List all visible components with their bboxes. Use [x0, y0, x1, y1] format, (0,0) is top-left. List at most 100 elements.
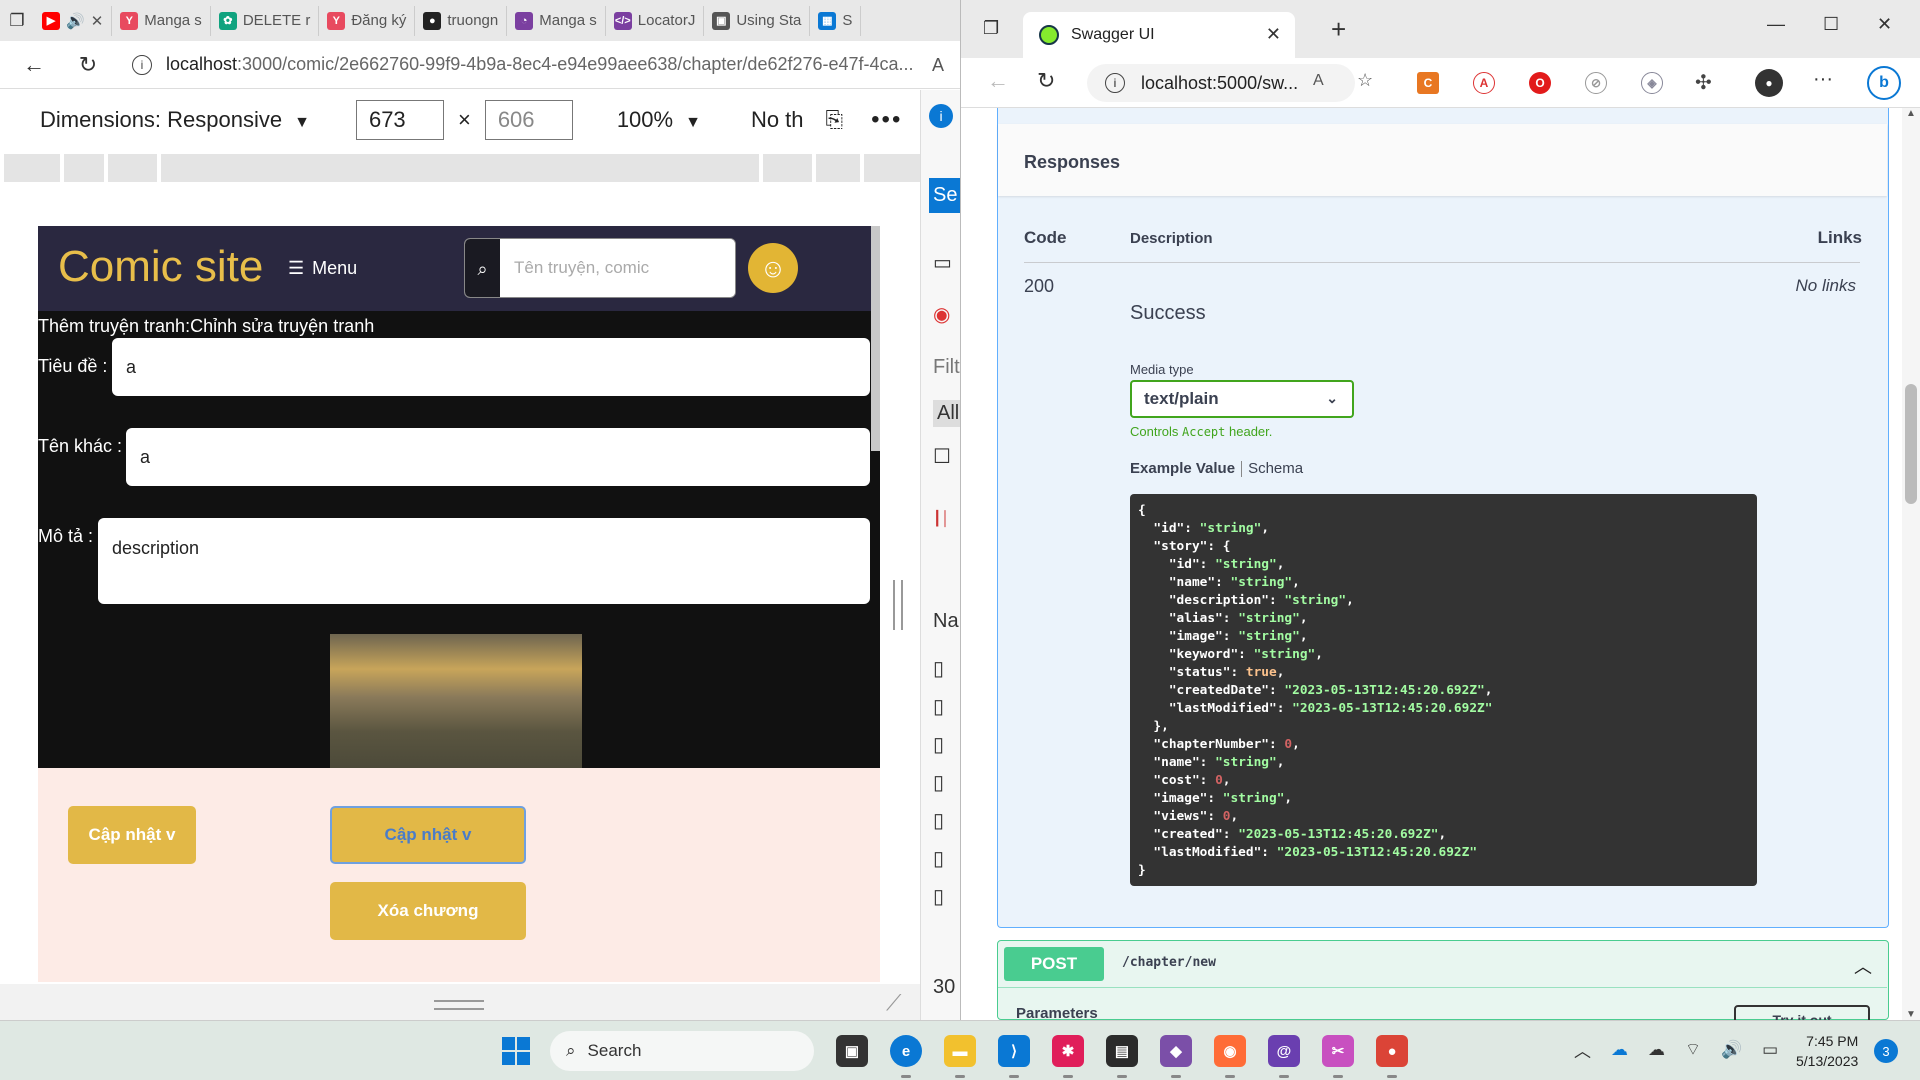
- ruler-segment[interactable]: [107, 154, 158, 182]
- example-json-code[interactable]: { "id": "string", "story": { "id": "stri…: [1130, 494, 1757, 886]
- delete-chapter-button[interactable]: Xóa chương: [330, 882, 526, 940]
- viewport-scrollbar[interactable]: [871, 226, 880, 451]
- corner-resize-icon[interactable]: ⟋: [886, 990, 901, 1016]
- ruler-segment[interactable]: [63, 154, 104, 182]
- slack-icon[interactable]: ✱: [1052, 1035, 1084, 1067]
- file-icon[interactable]: ▯: [933, 770, 944, 795]
- file-icon[interactable]: ▯: [933, 846, 944, 871]
- url-field[interactable]: i localhost:3000/comic/2e662760-99f9-4b9…: [132, 48, 912, 82]
- chrome-icon[interactable]: ●: [1376, 1035, 1408, 1067]
- more-options-icon[interactable]: •••: [871, 106, 902, 134]
- shield-icon[interactable]: ◈: [1641, 72, 1663, 94]
- angular-icon[interactable]: A: [1473, 72, 1495, 94]
- minimize-icon[interactable]: —: [1767, 14, 1785, 35]
- file-icon[interactable]: ▯: [933, 732, 944, 757]
- page-scrollbar[interactable]: ▲ ▼: [1902, 108, 1920, 1020]
- extension-icon[interactable]: C: [1417, 72, 1439, 94]
- chevron-up-icon[interactable]: ︿: [1574, 1037, 1591, 1062]
- update-button[interactable]: Cập nhật v: [68, 806, 196, 864]
- cloud-icon[interactable]: ☁: [1648, 1040, 1665, 1060]
- filter-all-button[interactable]: All: [933, 400, 960, 427]
- ruler-segment[interactable]: [864, 154, 921, 182]
- wifi-icon[interactable]: ⌔: [1685, 1039, 1701, 1060]
- file-icon[interactable]: ▯: [933, 694, 944, 719]
- post-operation[interactable]: POST /chapter/new ︿ Parameters Try it ou…: [997, 940, 1889, 1020]
- tab-using-sta[interactable]: ▣ Using Sta: [704, 5, 811, 36]
- maximize-icon[interactable]: ☐: [1823, 14, 1839, 35]
- chevron-up-icon[interactable]: ︿: [1854, 953, 1872, 979]
- ruler-segment[interactable]: [762, 154, 813, 182]
- ruler-segment[interactable]: [161, 154, 759, 182]
- tab-locatorjs[interactable]: </> LocatorJ: [606, 5, 705, 36]
- name-column-header[interactable]: Nar: [933, 610, 960, 633]
- scroll-down-icon[interactable]: ▼: [1906, 1009, 1916, 1020]
- scrollbar-thumb[interactable]: [1905, 384, 1917, 504]
- volume-icon[interactable]: 🔊: [1721, 1040, 1742, 1060]
- refresh-icon[interactable]: ↻: [68, 45, 108, 85]
- back-arrow-icon[interactable]: ←: [14, 45, 54, 85]
- more-options-icon[interactable]: ···: [1813, 68, 1833, 91]
- scroll-up-icon[interactable]: ▲: [1906, 108, 1916, 119]
- terminal-icon[interactable]: ▤: [1106, 1035, 1138, 1067]
- ruler-segment[interactable]: [816, 154, 861, 182]
- tab-manga-1[interactable]: Y Manga s: [112, 5, 211, 36]
- schema-tab[interactable]: Schema: [1248, 460, 1303, 477]
- battery-icon[interactable]: ▭: [1762, 1040, 1778, 1060]
- file-icon[interactable]: ▯: [933, 656, 944, 681]
- postman-icon[interactable]: ◉: [1214, 1035, 1246, 1067]
- read-aloud-icon[interactable]: A: [1313, 72, 1324, 90]
- extensions-puzzle-icon[interactable]: ✣: [1695, 70, 1712, 95]
- windows-start-icon[interactable]: [502, 1037, 530, 1065]
- tab-swagger-ui[interactable]: Swagger UI ✕: [1023, 12, 1295, 58]
- compass-icon[interactable]: ⊘: [1585, 72, 1607, 94]
- edge-icon[interactable]: e: [890, 1035, 922, 1067]
- tab-dang-ky[interactable]: Y Đăng ký: [319, 5, 416, 36]
- example-value-tab[interactable]: Example Value: [1130, 460, 1235, 477]
- speaker-icon[interactable]: 🔊: [66, 12, 85, 30]
- file-icon[interactable]: ▯: [933, 808, 944, 833]
- taskbar-search[interactable]: ⌕ Search: [550, 1031, 814, 1071]
- throttle-dropdown[interactable]: No th: [751, 107, 804, 133]
- read-aloud-icon[interactable]: A: [932, 55, 944, 76]
- tab-close-icon[interactable]: ✕: [1266, 24, 1281, 45]
- viewport-resize-handle[interactable]: [893, 580, 903, 630]
- device-emulation-icon[interactable]: ▭: [933, 250, 952, 275]
- tab-close-icon[interactable]: ✕: [91, 12, 104, 30]
- back-arrow-icon[interactable]: ←: [987, 68, 1009, 94]
- ruler-segment[interactable]: [4, 154, 60, 182]
- tab-actions-icon[interactable]: ❐: [0, 0, 34, 41]
- filter-input[interactable]: Filt: [933, 356, 960, 379]
- new-tab-icon[interactable]: +: [1331, 14, 1346, 45]
- info-icon[interactable]: i: [132, 54, 152, 75]
- notification-badge[interactable]: 3: [1874, 1039, 1898, 1063]
- clock[interactable]: 7:45 PM 5/13/2023: [1796, 1031, 1858, 1071]
- tab-github[interactable]: ● truongn: [415, 5, 508, 36]
- search-icon[interactable]: ⌕: [465, 239, 500, 297]
- search-input[interactable]: [500, 239, 735, 297]
- visual-studio-icon[interactable]: ◆: [1160, 1035, 1192, 1067]
- alt-name-input[interactable]: a: [126, 428, 870, 486]
- info-icon[interactable]: i: [1105, 73, 1125, 93]
- onedrive-icon[interactable]: ☁: [1611, 1040, 1628, 1060]
- media-type-select[interactable]: text/plain ⌄: [1130, 380, 1354, 418]
- close-window-icon[interactable]: ✕: [1877, 14, 1892, 35]
- tab-youtube[interactable]: ▶ 🔊 ✕: [34, 5, 113, 36]
- snipping-tool-icon[interactable]: ✂: [1322, 1035, 1354, 1067]
- tab-actions-icon[interactable]: ❐: [983, 18, 999, 39]
- favorite-star-icon[interactable]: ☆: [1357, 70, 1373, 91]
- zoom-dropdown[interactable]: 100% ▼: [617, 107, 701, 133]
- menu-button[interactable]: ☰ Menu: [288, 258, 357, 279]
- mongodb-compass-icon[interactable]: @: [1268, 1035, 1300, 1067]
- tab-s[interactable]: ▦ S: [810, 5, 862, 36]
- update-button-outlined[interactable]: Cập nhật v: [330, 806, 526, 864]
- opera-icon[interactable]: O: [1529, 72, 1551, 94]
- width-input[interactable]: 673: [355, 100, 444, 140]
- dimensions-dropdown[interactable]: Dimensions: Responsive ▼: [40, 107, 310, 133]
- info-icon[interactable]: i: [929, 104, 953, 128]
- task-view-icon[interactable]: ▣: [836, 1035, 868, 1067]
- file-explorer-icon[interactable]: ▬: [944, 1035, 976, 1067]
- site-logo[interactable]: Comic site: [58, 242, 263, 292]
- rotate-icon[interactable]: ⎘: [826, 107, 844, 133]
- description-textarea[interactable]: description: [98, 518, 870, 604]
- refresh-icon[interactable]: ↻: [1037, 68, 1055, 94]
